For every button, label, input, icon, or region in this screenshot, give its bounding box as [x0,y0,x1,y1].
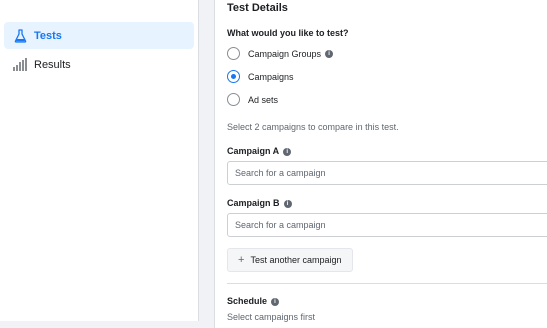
radio-campaigns[interactable] [227,70,240,83]
radio-campaign-groups[interactable] [227,47,240,60]
bar-chart-icon [12,57,28,73]
button-label: Test another campaign [250,255,342,265]
test-question: What would you like to test? [227,28,349,38]
test-details-panel: Test Details What would you like to test… [214,0,547,328]
campaign-b-label-text: Campaign B [227,198,280,208]
info-icon[interactable]: i [271,297,280,306]
sidebar-item-label: Tests [34,29,62,42]
sidebar-item-tests[interactable]: Tests [4,22,194,49]
schedule-label: Schedule i [227,296,280,306]
campaign-b-label: Campaign Bi [227,198,292,208]
option-label: Ad sets [248,94,279,105]
option-campaign-groups[interactable]: Campaign Groups i [227,47,334,60]
page-title: Test Details [227,2,288,14]
sidebar-item-label: Results [34,58,71,71]
campaign-b-search-input[interactable]: Search for a campaign [227,213,547,237]
plus-icon: + [238,254,245,266]
divider [227,283,547,284]
sidebar: Tests Results [0,0,199,321]
option-ad-sets[interactable]: Ad sets [227,93,278,106]
info-icon[interactable]: i [283,147,292,156]
test-another-campaign-button[interactable]: + Test another campaign [227,248,353,272]
selection-hint: Select 2 campaigns to compare in this te… [227,122,399,132]
campaign-a-label: Campaign Ai [227,146,292,156]
flask-icon [12,28,28,44]
info-icon[interactable]: i [325,49,334,58]
option-label: Campaign Groups [248,48,322,59]
option-label: Campaigns [248,71,294,82]
radio-ad-sets[interactable] [227,93,240,106]
info-icon[interactable]: i [283,199,292,208]
campaign-a-label-text: Campaign A [227,146,280,156]
sidebar-item-results[interactable]: Results [4,51,194,78]
campaign-a-search-input[interactable]: Search for a campaign [227,161,547,185]
schedule-label-text: Schedule [227,296,268,306]
option-campaigns[interactable]: Campaigns [227,70,294,83]
